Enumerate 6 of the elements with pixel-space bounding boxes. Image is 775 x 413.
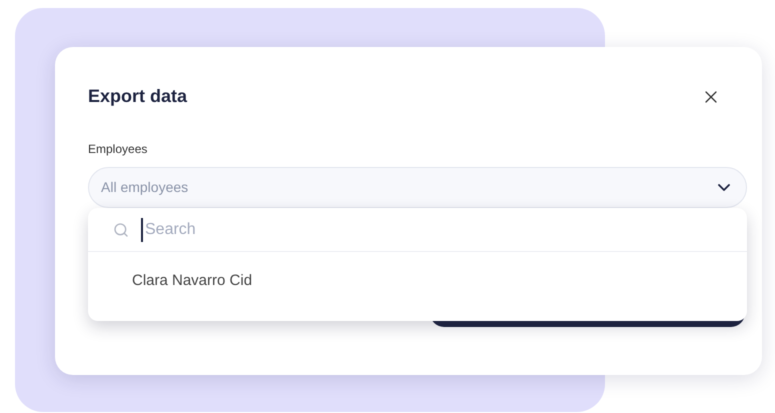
search-field[interactable]: Search: [141, 218, 722, 242]
search-icon: [113, 222, 129, 238]
field-label: Employees: [88, 141, 148, 158]
chevron-icon: [718, 184, 730, 191]
dropdown-option[interactable]: Clara Navarro Cid: [88, 252, 747, 292]
dialog-title: Export data: [88, 85, 188, 108]
